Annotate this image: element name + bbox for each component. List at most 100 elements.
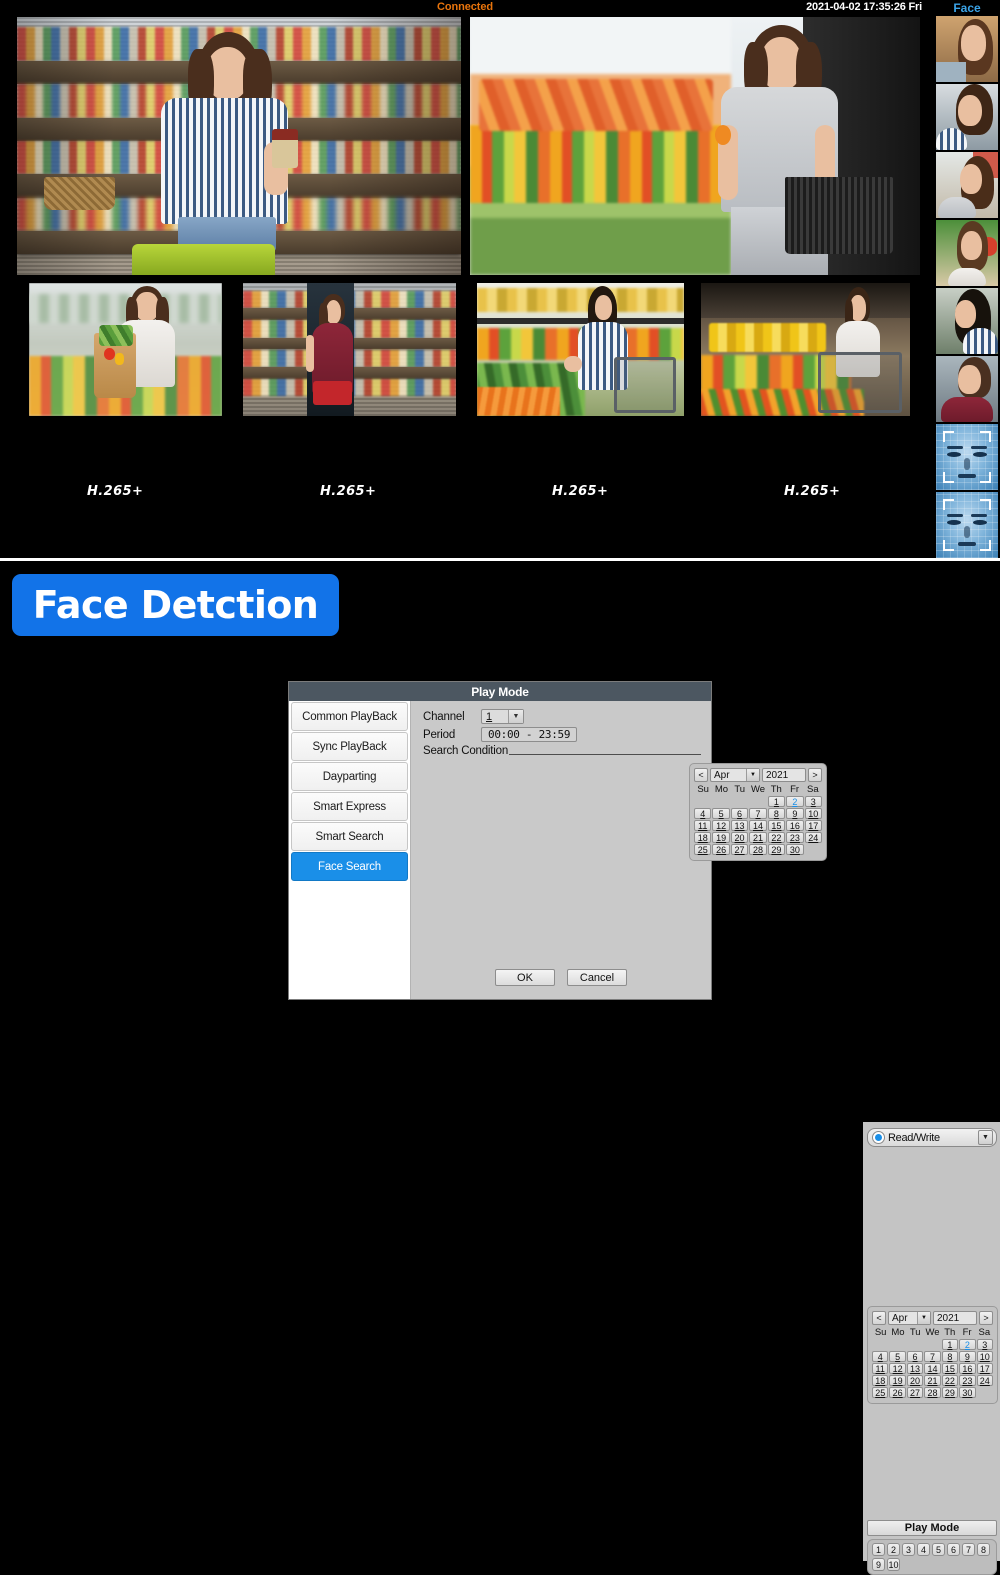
year-input[interactable]: 2021 xyxy=(933,1311,977,1325)
calendar-day-18[interactable]: 18 xyxy=(872,1375,889,1386)
calendar-day-24[interactable]: 24 xyxy=(976,1375,993,1386)
calendar-day-19[interactable]: 19 xyxy=(889,1375,906,1386)
calendar-day-17[interactable]: 17 xyxy=(976,1363,993,1374)
calendar-day-21[interactable]: 21 xyxy=(924,1375,941,1386)
readwrite-select[interactable]: Read/Write ▼ xyxy=(867,1128,997,1147)
calendar-day-26[interactable]: 26 xyxy=(712,844,730,855)
calendar-day-11[interactable]: 11 xyxy=(694,820,712,831)
calendar-day-22[interactable]: 22 xyxy=(941,1375,959,1386)
play-mode-button[interactable]: Play Mode xyxy=(867,1520,997,1536)
calendar-day-26[interactable]: 26 xyxy=(889,1387,906,1398)
calendar-day-29[interactable]: 29 xyxy=(941,1387,959,1398)
calendar-day-16[interactable]: 16 xyxy=(786,820,804,831)
channel-button-8[interactable]: 8 xyxy=(977,1543,990,1556)
mode-item-dayparting[interactable]: Dayparting xyxy=(291,762,408,791)
channel-button-1[interactable]: 1 xyxy=(872,1543,885,1556)
calendar-day-10[interactable]: 10 xyxy=(804,808,822,819)
calendar-day-16[interactable]: 16 xyxy=(959,1363,976,1374)
calendar-day-9[interactable]: 9 xyxy=(786,808,804,819)
calendar-day-24[interactable]: 24 xyxy=(804,832,822,843)
video-thumb-channel-4[interactable] xyxy=(243,283,456,416)
calendar-day-3[interactable]: 3 xyxy=(804,796,822,807)
channel-button-7[interactable]: 7 xyxy=(962,1543,975,1556)
month-select[interactable]: Apr ▼ xyxy=(888,1311,931,1325)
calendar-day-2[interactable]: 2 xyxy=(786,796,804,807)
calendar-day-30[interactable]: 30 xyxy=(959,1387,976,1398)
calendar-day-23[interactable]: 23 xyxy=(959,1375,976,1386)
calendar-day-11[interactable]: 11 xyxy=(872,1363,889,1374)
panel-date-picker[interactable]: < Apr ▼ 2021 > Su Mo Tu We Th Fr Sa 1234567891… xyxy=(867,1306,998,1404)
calendar-day-9[interactable]: 9 xyxy=(959,1351,976,1362)
cancel-button[interactable]: Cancel xyxy=(567,969,627,986)
video-thumb-channel-3[interactable] xyxy=(29,283,222,416)
calendar-day-10[interactable]: 10 xyxy=(976,1351,993,1362)
calendar-day-29[interactable]: 29 xyxy=(767,844,786,855)
mode-item-smart-express[interactable]: Smart Express xyxy=(291,792,408,821)
calendar-day-7[interactable]: 7 xyxy=(924,1351,941,1362)
calendar-day-23[interactable]: 23 xyxy=(786,832,804,843)
calendar-day-13[interactable]: 13 xyxy=(730,820,749,831)
calendar-day-25[interactable]: 25 xyxy=(872,1387,889,1398)
calendar-day-12[interactable]: 12 xyxy=(712,820,730,831)
face-capture-6[interactable] xyxy=(936,356,998,422)
ok-button[interactable]: OK xyxy=(495,969,555,986)
calendar-day-12[interactable]: 12 xyxy=(889,1363,906,1374)
calendar-day-5[interactable]: 5 xyxy=(712,808,730,819)
calendar-day-6[interactable]: 6 xyxy=(730,808,749,819)
calendar-day-4[interactable]: 4 xyxy=(694,808,712,819)
calendar-day-15[interactable]: 15 xyxy=(767,820,786,831)
channel-button-5[interactable]: 5 xyxy=(932,1543,945,1556)
calendar-day-3[interactable]: 3 xyxy=(976,1339,993,1350)
calendar-day-27[interactable]: 27 xyxy=(730,844,749,855)
calendar-day-6[interactable]: 6 xyxy=(906,1351,924,1362)
face-capture-2[interactable] xyxy=(936,84,998,150)
period-input[interactable]: 00:00 - 23:59 xyxy=(481,727,578,742)
year-input[interactable]: 2021 xyxy=(762,768,806,782)
calendar-day-18[interactable]: 18 xyxy=(694,832,712,843)
calendar-day-2[interactable]: 2 xyxy=(959,1339,976,1350)
calendar-day-8[interactable]: 8 xyxy=(767,808,786,819)
face-capture-3[interactable] xyxy=(936,152,998,218)
calendar-day-28[interactable]: 28 xyxy=(924,1387,941,1398)
face-capture-4[interactable] xyxy=(936,220,998,286)
calendar-day-28[interactable]: 28 xyxy=(749,844,767,855)
face-capture-7[interactable] xyxy=(936,424,998,490)
calendar-day-4[interactable]: 4 xyxy=(872,1351,889,1362)
calendar-day-30[interactable]: 30 xyxy=(786,844,804,855)
mode-item-smart-search[interactable]: Smart Search xyxy=(291,822,408,851)
video-pane-channel-2[interactable] xyxy=(470,17,920,275)
next-month-button[interactable]: > xyxy=(979,1311,993,1325)
channel-select[interactable]: 1 ▼ xyxy=(481,709,524,724)
calendar-day-14[interactable]: 14 xyxy=(924,1363,941,1374)
calendar-day-20[interactable]: 20 xyxy=(906,1375,924,1386)
face-capture-5[interactable] xyxy=(936,288,998,354)
calendar-day-21[interactable]: 21 xyxy=(749,832,767,843)
calendar-day-1[interactable]: 1 xyxy=(941,1339,959,1350)
channel-button-10[interactable]: 10 xyxy=(887,1558,900,1571)
calendar-day-8[interactable]: 8 xyxy=(941,1351,959,1362)
calendar-day-15[interactable]: 15 xyxy=(941,1363,959,1374)
channel-button-2[interactable]: 2 xyxy=(887,1543,900,1556)
calendar-day-14[interactable]: 14 xyxy=(749,820,767,831)
month-select[interactable]: Apr ▼ xyxy=(710,768,760,782)
calendar-day-22[interactable]: 22 xyxy=(767,832,786,843)
calendar-day-13[interactable]: 13 xyxy=(906,1363,924,1374)
mode-item-common-playback[interactable]: Common PlayBack xyxy=(291,702,408,731)
channel-button-3[interactable]: 3 xyxy=(902,1543,915,1556)
calendar-day-7[interactable]: 7 xyxy=(749,808,767,819)
calendar-day-27[interactable]: 27 xyxy=(906,1387,924,1398)
prev-month-button[interactable]: < xyxy=(872,1311,886,1325)
video-pane-channel-1[interactable] xyxy=(17,17,461,275)
dialog-date-picker[interactable]: < Apr ▼ 2021 > Su Mo Tu We Th Fr Sa 1234567891… xyxy=(689,763,827,861)
calendar-day-5[interactable]: 5 xyxy=(889,1351,906,1362)
channel-button-9[interactable]: 9 xyxy=(872,1558,885,1571)
calendar-day-17[interactable]: 17 xyxy=(804,820,822,831)
calendar-day-20[interactable]: 20 xyxy=(730,832,749,843)
calendar-day-1[interactable]: 1 xyxy=(767,796,786,807)
face-capture-1[interactable] xyxy=(936,16,998,82)
face-capture-8[interactable] xyxy=(936,492,998,558)
channel-button-6[interactable]: 6 xyxy=(947,1543,960,1556)
channel-button-4[interactable]: 4 xyxy=(917,1543,930,1556)
mode-item-sync-playback[interactable]: Sync PlayBack xyxy=(291,732,408,761)
next-month-button[interactable]: > xyxy=(808,768,822,782)
